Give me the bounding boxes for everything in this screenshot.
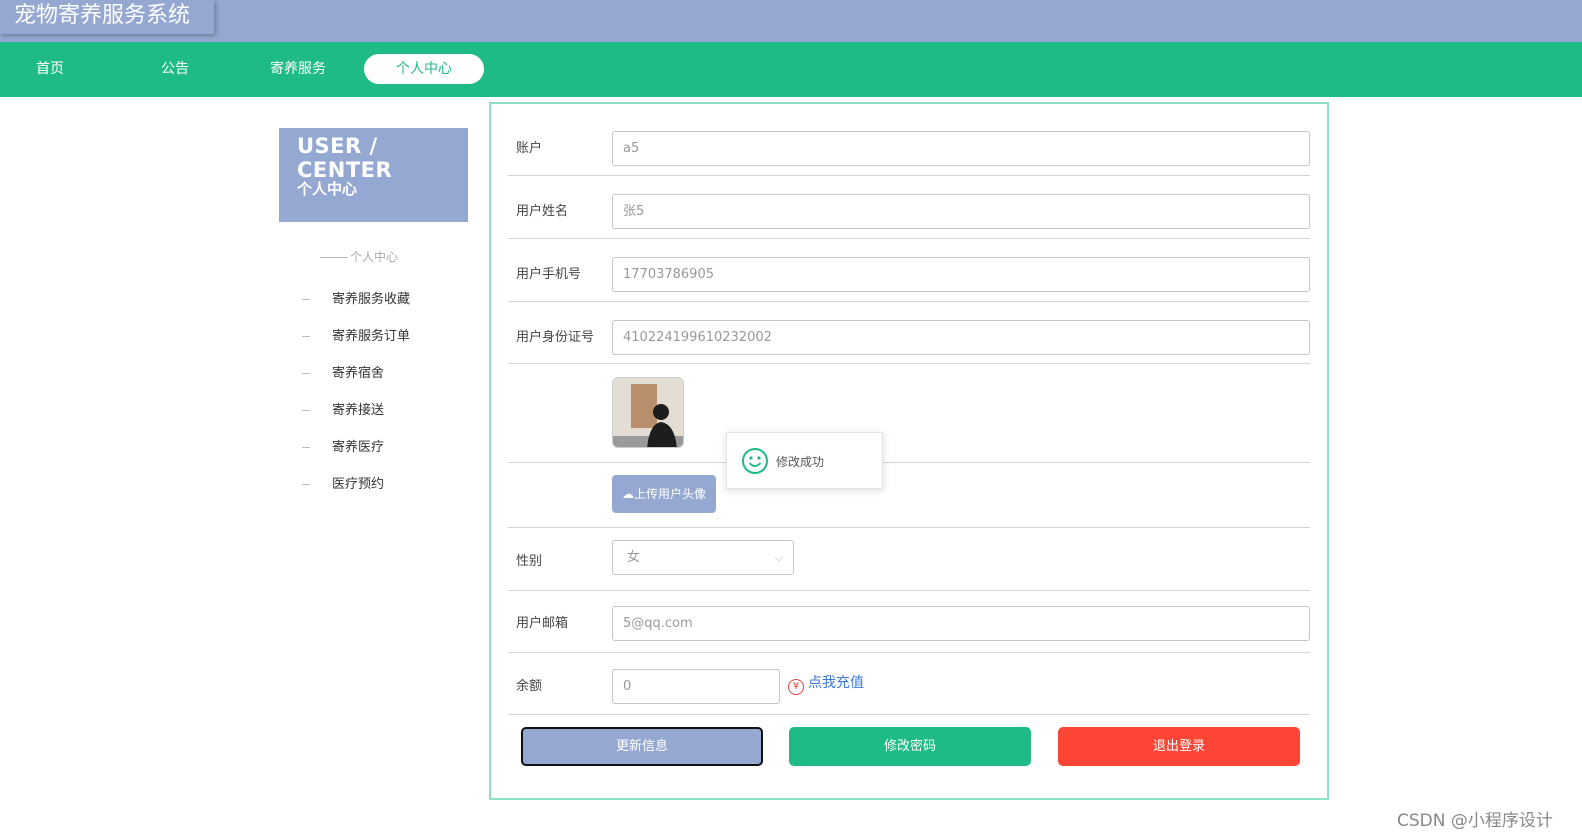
upload-avatar-button[interactable]: ☁上传用户头像 [612,475,716,513]
yen-icon: ¥ [788,679,804,695]
email-input[interactable]: 5@qq.com [612,606,1310,641]
sidebar-item-medical[interactable]: 寄养医疗 [302,436,384,455]
name-input[interactable]: 张5 [612,194,1310,229]
dash-icon [302,336,310,337]
nav-user-center[interactable]: 个人中心 [364,54,484,84]
divider [508,462,1310,463]
divider [508,527,1310,528]
dash-icon [302,484,310,485]
main-nav: 首页 公告 寄养服务 个人中心 [0,42,1582,97]
account-label: 账户 [516,141,543,156]
balance-label: 余额 [516,679,543,694]
divider [508,590,1310,591]
gender-select[interactable]: 女 ⌵ [612,540,794,575]
sidebar-item-label: 寄养宿舍 [332,366,385,381]
nav-boarding-service[interactable]: 寄养服务 [238,54,358,84]
divider [508,652,1310,653]
sidebar-item-favorites[interactable]: 寄养服务收藏 [302,288,410,307]
sidebar-item-label: 寄养医疗 [332,440,385,455]
balance-input[interactable]: 0 [612,669,780,704]
sidebar-section-header: 个人中心 [320,248,398,265]
gender-value: 女 [627,550,641,565]
dash-icon [302,373,310,374]
sidebar-item-orders[interactable]: 寄养服务订单 [302,325,410,344]
site-title: 宠物寄养服务系统 [0,0,214,34]
account-input[interactable]: a5 [612,131,1310,166]
sidebar-item-appointment[interactable]: 医疗预约 [302,473,384,492]
smile-icon [742,448,768,474]
toast-message: 修改成功 [776,455,825,469]
sidebar-item-label: 寄养服务收藏 [332,292,411,307]
divider [508,301,1310,302]
email-label: 用户邮箱 [516,616,569,631]
user-center-title: USER / CENTER [297,134,393,182]
divider [508,714,1310,715]
dash-icon [302,299,310,300]
id-card-input[interactable]: 410224199610232002 [612,320,1310,355]
divider [320,257,348,258]
id-card-label: 用户身份证号 [516,330,595,345]
recharge-label: 点我充值 [808,675,864,691]
phone-input[interactable]: 17703786905 [612,257,1310,292]
gender-label: 性别 [516,554,543,569]
logout-button[interactable]: 退出登录 [1058,727,1300,766]
cloud-upload-icon: ☁ [621,487,634,501]
update-info-button[interactable]: 更新信息 [521,727,763,766]
divider [508,238,1310,239]
dash-icon [302,410,310,411]
phone-label: 用户手机号 [516,267,582,282]
avatar[interactable] [612,377,684,448]
user-center-subtitle: 个人中心 [297,180,358,198]
watermark: CSDN @小程序设计 [1397,811,1553,831]
recharge-link[interactable]: ¥ 点我充值 [788,672,864,695]
avatar-photo-icon [613,378,683,447]
success-toast: 修改成功 [726,432,883,489]
sidebar-item-dormitory[interactable]: 寄养宿舍 [302,362,384,381]
chevron-down-icon: ⌵ [774,551,783,564]
name-label: 用户姓名 [516,204,569,219]
sidebar-item-pickup[interactable]: 寄养接送 [302,399,384,418]
divider [508,363,1310,364]
divider [508,175,1310,176]
dash-icon [302,447,310,448]
sidebar-item-label: 医疗预约 [332,477,385,492]
upload-avatar-label: 上传用户头像 [633,487,706,501]
top-bar: 宠物寄养服务系统 [0,0,1582,42]
sidebar-item-label: 寄养接送 [332,403,385,418]
sidebar-section-label: 个人中心 [350,250,399,264]
user-center-banner: USER / CENTER 个人中心 [279,128,468,222]
change-password-button[interactable]: 修改密码 [789,727,1031,766]
nav-home[interactable]: 首页 [0,54,110,84]
sidebar-item-label: 寄养服务订单 [332,329,411,344]
nav-notice[interactable]: 公告 [115,54,235,84]
